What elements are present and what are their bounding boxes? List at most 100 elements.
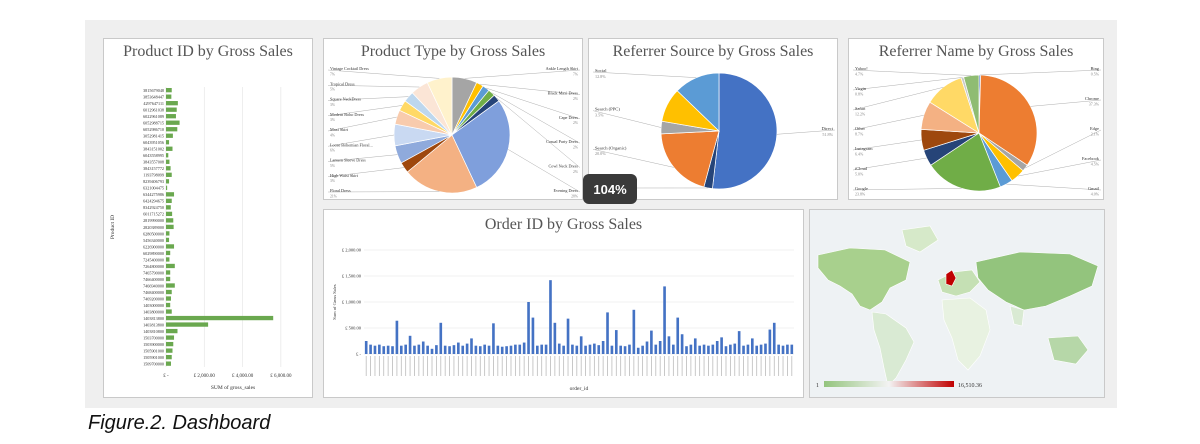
order-bar <box>772 322 776 354</box>
order-bar <box>685 346 688 354</box>
product-id-label: 6043951056 <box>143 140 164 145</box>
order-bar <box>435 345 438 354</box>
pie-percent: 7% <box>330 72 336 76</box>
y-axis-title: Sum of Gross Sales <box>332 284 337 320</box>
product-bar <box>166 211 173 217</box>
order-bar <box>676 317 680 354</box>
product-id-label: 1403810800 <box>143 329 164 334</box>
product-id-label: 6029890000 <box>143 251 164 256</box>
x-tick-label: £ 4,000.00 <box>232 374 254 379</box>
order-bar <box>658 341 662 354</box>
order-bar <box>751 338 754 354</box>
order-bar <box>395 320 399 354</box>
order-bar <box>492 323 495 354</box>
product-id-panel: Product ID by Gross Sales £ - £ 2,000.00 £… <box>103 38 313 398</box>
product-bar <box>166 153 169 158</box>
product-bar <box>166 237 170 243</box>
pie-label: Social <box>595 68 607 73</box>
pie-label: Virgin <box>855 86 867 91</box>
order-bar <box>474 345 478 354</box>
order-bar <box>614 330 618 354</box>
order-bar <box>417 344 421 354</box>
order-bar <box>645 341 649 354</box>
order-bar <box>610 345 614 354</box>
product-id-label: 6280500000 <box>143 231 164 236</box>
order-bar <box>707 345 710 354</box>
pie-percent: 2% <box>573 121 579 125</box>
product-bar <box>166 250 171 256</box>
product-id-label: 6321004475 <box>143 186 164 191</box>
order-bar <box>632 309 636 354</box>
pie-leader-line <box>508 149 581 193</box>
pie-percent: 2% <box>573 146 579 150</box>
order-bar <box>663 286 666 354</box>
dashboard: Product ID by Gross Sales £ - £ 2,000.00 £… <box>85 20 1117 408</box>
y-tick-label: £ 2,000.00 <box>342 248 362 254</box>
pie-label: Gmail <box>1088 186 1100 191</box>
product-id-label: 3052981415 <box>143 134 164 139</box>
product-id-label: 3843157772 <box>143 166 164 171</box>
order-bar <box>654 344 658 354</box>
order-bar <box>650 330 653 354</box>
product-bar <box>166 94 172 99</box>
pie-percent: 5.0% <box>855 172 864 177</box>
order-bar <box>628 344 631 354</box>
product-id-label: 1403813800 <box>143 316 164 321</box>
order-bar <box>667 336 671 354</box>
pie-percent: 2.1% <box>1091 132 1100 137</box>
order-bar <box>737 331 741 354</box>
pie-label: Cape Dress <box>559 115 579 120</box>
product-id-label: 1503700000 <box>143 335 164 340</box>
order-bar <box>457 342 460 354</box>
product-id-label: 6052986710 <box>143 127 164 132</box>
order-bar <box>672 344 675 354</box>
order-bar <box>461 345 465 354</box>
pie-leader-line <box>852 69 972 76</box>
product-bar <box>166 218 174 223</box>
product-bar <box>166 146 173 151</box>
product-bar <box>166 348 173 353</box>
product-bar <box>166 133 173 138</box>
order-bar <box>764 343 767 354</box>
order-bar <box>557 343 561 354</box>
order-bar <box>729 344 732 354</box>
product-bar <box>166 172 172 177</box>
order-bar <box>711 344 715 354</box>
pie-percent: 4% <box>330 133 336 137</box>
pie-label: Lantern Sleeve Dress <box>330 158 366 163</box>
order-bar <box>553 322 557 354</box>
referrer-name-panel: Referrer Name by Gross Sales Bing 0.5% Chr… <box>848 38 1104 200</box>
order-bar <box>465 343 469 354</box>
pie-label: Edge <box>1090 126 1099 131</box>
product-id-title: Product ID by Gross Sales <box>123 43 293 60</box>
order-bar <box>478 346 482 354</box>
order-bar <box>759 344 763 354</box>
y-tick-label: £ 1,500.00 <box>342 274 362 280</box>
product-bar <box>166 302 171 308</box>
product-bar <box>166 88 172 93</box>
pie-percent: 8.7% <box>855 132 864 137</box>
product-id-label: 7264800000 <box>143 264 164 269</box>
product-id-label: 2820389000 <box>143 225 164 230</box>
product-id-label: 3843557008 <box>143 160 164 165</box>
product-bar <box>166 166 171 171</box>
pie-label: Ankle Length Skirt <box>546 66 579 71</box>
product-bar <box>166 315 274 321</box>
order-bar <box>531 317 535 354</box>
x-tick-label: £ 2,000.00 <box>194 374 216 379</box>
order-bar <box>421 341 425 354</box>
pie-label: Modern Boho Dress <box>330 112 364 117</box>
order-bar <box>408 335 412 354</box>
order-bar <box>680 334 684 354</box>
figure-caption: Figure.2. Dashboard <box>88 412 271 434</box>
order-bar <box>448 346 451 354</box>
product-id-chart: £ - £ 2,000.00 £ 4,000.00 £ 6,000.00 3815679… <box>110 87 292 391</box>
order-bar <box>720 337 723 354</box>
product-id-label: 6226900000 <box>143 244 164 249</box>
order-bar <box>549 280 552 354</box>
pie-percent: 20.0% <box>595 151 606 156</box>
product-bar <box>166 179 170 184</box>
product-bar <box>166 276 171 282</box>
zoom-level-badge[interactable]: 104% <box>583 174 637 204</box>
order-bar <box>483 344 486 354</box>
